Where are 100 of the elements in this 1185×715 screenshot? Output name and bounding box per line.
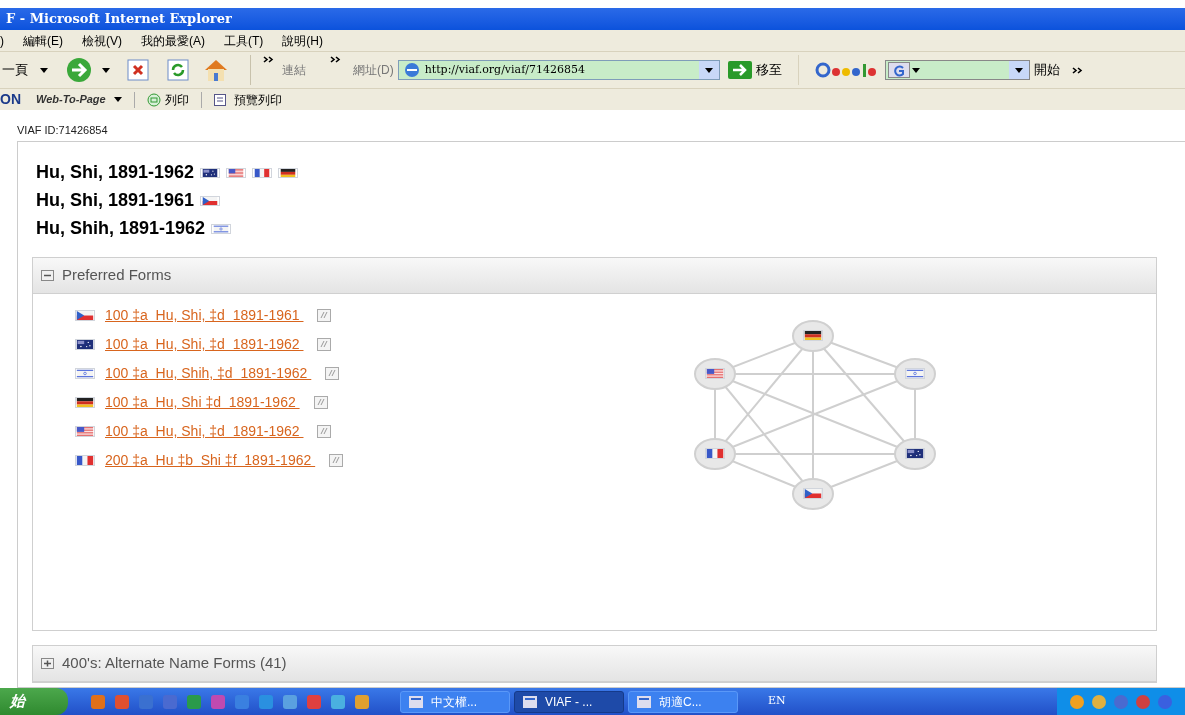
form-link[interactable]: 200 ‡a Hu ‡b Shi ‡f 1891-1962 — [105, 451, 316, 470]
dropdown-icon[interactable] — [698, 61, 719, 79]
flag-icon — [75, 368, 95, 379]
caret-icon — [40, 67, 48, 73]
logo-icon — [814, 61, 877, 79]
quick-launch-icon[interactable] — [330, 693, 346, 710]
taskbar-button[interactable]: 中文權... — [400, 690, 510, 713]
chevron-icon[interactable] — [263, 56, 274, 63]
caret-icon — [1014, 67, 1023, 73]
menu-item[interactable]: 編輯(E) — [23, 31, 63, 50]
document-icon — [313, 396, 328, 409]
flag-icon — [252, 167, 273, 178]
menu-item[interactable]: 我的最愛(A) — [141, 31, 205, 50]
quick-launch-icon[interactable] — [234, 693, 250, 710]
document-icon — [317, 309, 332, 322]
quick-launch-icon[interactable] — [258, 693, 274, 710]
caret-icon — [113, 97, 122, 102]
window-icon — [409, 695, 423, 708]
document-icon — [317, 425, 332, 438]
flag-icon — [75, 310, 95, 321]
flag-icon — [905, 368, 925, 379]
form-link[interactable]: 100 ‡a Hu, Shi, ‡d 1891-1962 — [105, 335, 304, 354]
search-button[interactable]: 開始 — [1033, 60, 1060, 80]
search-field[interactable] — [884, 60, 1030, 80]
quick-launch-icon[interactable] — [114, 693, 130, 710]
document-icon — [329, 454, 344, 467]
flag-icon — [75, 426, 95, 437]
tray-icon[interactable] — [1091, 693, 1107, 710]
tray-icon[interactable] — [1113, 693, 1129, 710]
stop-icon[interactable] — [126, 58, 150, 82]
back-button[interactable]: 一頁 — [0, 60, 28, 80]
taskbar-button[interactable]: VIAF - ... — [514, 690, 624, 713]
flag-icon — [200, 195, 221, 206]
chevron-icon[interactable] — [330, 56, 341, 63]
refresh-icon[interactable] — [166, 58, 190, 82]
caret-icon — [102, 67, 110, 73]
go-icon[interactable] — [727, 61, 752, 79]
quick-launch-icon[interactable] — [306, 693, 322, 710]
flag-icon — [905, 448, 925, 459]
quick-launch-icon[interactable] — [186, 693, 202, 710]
heading: Hu, Shih, 1891-1962 — [36, 218, 206, 239]
quick-launch-icon[interactable] — [162, 693, 178, 710]
links-label[interactable]: 連結 — [282, 61, 306, 79]
flag-icon — [226, 167, 247, 178]
address-text: http://viaf.org/viaf/71426854 — [424, 61, 586, 78]
flag-icon — [803, 330, 823, 341]
address-field[interactable]: http://viaf.org/viaf/71426854 — [397, 60, 720, 80]
quick-launch-icon[interactable] — [210, 693, 226, 710]
tray-icon[interactable] — [1135, 693, 1151, 710]
page-icon — [402, 62, 421, 78]
flag-icon — [705, 368, 725, 379]
heading: Hu, Shi, 1891-1962 — [36, 162, 195, 183]
flag-icon — [75, 455, 95, 466]
quick-launch-icon[interactable] — [282, 693, 298, 710]
document-icon — [325, 367, 340, 380]
flag-icon — [200, 167, 221, 178]
language-indicator[interactable]: EN — [768, 693, 786, 710]
tray-icon[interactable] — [1069, 693, 1085, 710]
brand-text: ON — [0, 90, 22, 109]
document-icon — [317, 338, 332, 351]
panel-header[interactable]: Preferred Forms — [33, 258, 1156, 294]
quick-launch-icon[interactable] — [138, 693, 154, 710]
heading: Hu, Shi, 1891-1961 — [36, 190, 195, 211]
print-button[interactable]: 列印 — [164, 90, 189, 109]
menu-item[interactable]: 工具(T) — [224, 31, 264, 50]
expand-icon[interactable] — [41, 658, 54, 669]
go-button[interactable]: 移至 — [755, 60, 782, 80]
form-link[interactable]: 100 ‡a Hu, Shih, ‡d 1891-1962 — [105, 364, 312, 383]
viaf-id: VIAF ID:71426854 — [17, 124, 109, 136]
address-label: 網址(D) — [353, 62, 394, 79]
form-link[interactable]: 100 ‡a Hu, Shi, ‡d 1891-1961 — [105, 306, 304, 325]
menu-item[interactable]: 說明(H) — [282, 31, 323, 50]
panel-title: Preferred Forms — [62, 265, 172, 286]
quick-launch-icon[interactable] — [90, 693, 106, 710]
print-icon[interactable] — [146, 92, 161, 107]
taskbar-button[interactable]: 胡適C... — [628, 690, 738, 713]
tray-icon[interactable] — [1157, 693, 1173, 710]
start-button[interactable]: 始 — [0, 688, 68, 715]
quick-launch-icon[interactable] — [354, 693, 370, 710]
collapse-icon[interactable] — [41, 270, 54, 281]
search-engine-icon[interactable] — [887, 62, 910, 78]
chevron-icon[interactable] — [1071, 66, 1083, 74]
web-to-page-button[interactable]: Web-To-Page — [36, 91, 106, 108]
flag-icon — [278, 167, 299, 178]
flag-icon — [211, 223, 232, 234]
menu-item[interactable]: 檢視(V) — [82, 31, 122, 50]
form-link[interactable]: 100 ‡a Hu, Shi ‡d 1891-1962 — [105, 393, 300, 412]
flag-icon — [75, 339, 95, 350]
print-preview-button[interactable]: 預覽列印 — [233, 90, 282, 109]
window-icon — [637, 695, 651, 708]
caret-icon — [911, 67, 920, 73]
flag-icon — [803, 488, 823, 499]
menu-item[interactable]: ) — [0, 31, 4, 50]
panel-title: 400's: Alternate Name Forms (41) — [62, 653, 287, 674]
panel-header[interactable]: 400's: Alternate Name Forms (41) — [33, 646, 1156, 682]
form-link[interactable]: 100 ‡a Hu, Shi, ‡d 1891-1962 — [105, 422, 304, 441]
flag-icon — [705, 448, 725, 459]
flag-icon — [75, 397, 95, 408]
forward-icon[interactable] — [64, 56, 94, 84]
dropdown-icon[interactable] — [1008, 61, 1029, 79]
